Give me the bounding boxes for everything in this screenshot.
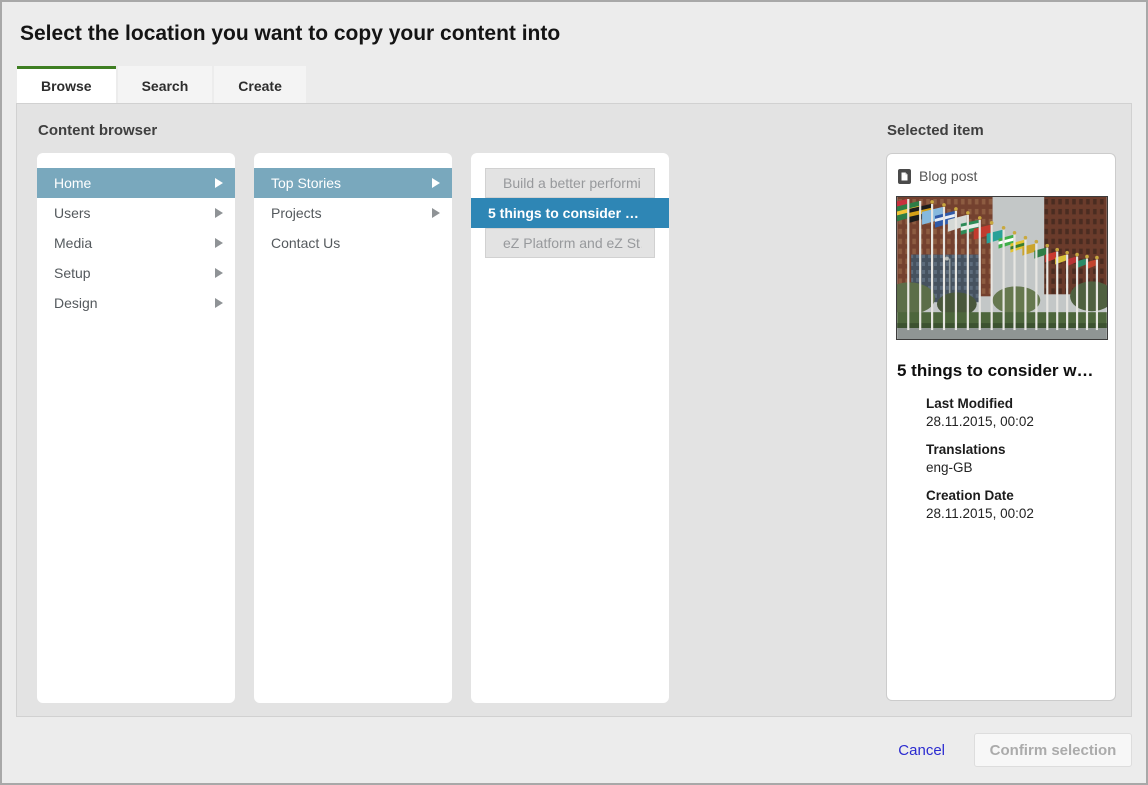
browser-column-1: Home Users Media Setup Design	[37, 153, 235, 703]
tree-item-media[interactable]: Media	[37, 228, 235, 258]
tree-item-top-stories[interactable]: Top Stories	[254, 168, 452, 198]
tree-item-ez-platform[interactable]: eZ Platform and eZ St…	[485, 228, 655, 258]
chevron-right-icon	[215, 208, 223, 218]
blog-post-document-icon	[898, 169, 911, 184]
tree-item-label: eZ Platform and eZ St…	[503, 235, 642, 251]
tree-item-build-a-better[interactable]: Build a better performi…	[485, 168, 655, 198]
chevron-right-icon	[215, 268, 223, 278]
tree-item-label: Projects	[271, 205, 426, 221]
dialog-footer: Cancel Confirm selection	[2, 717, 1146, 783]
content-type-label: Blog post	[919, 168, 977, 184]
meta-creation-date: Creation Date 28.11.2015, 00:02	[926, 488, 1106, 521]
tree-item-5-things-selected[interactable]: 5 things to consider …	[471, 198, 669, 228]
meta-label: Creation Date	[926, 488, 1106, 503]
tree-item-users[interactable]: Users	[37, 198, 235, 228]
meta-value: 28.11.2015, 00:02	[926, 414, 1106, 429]
copy-location-dialog: Select the location you want to copy you…	[2, 2, 1146, 783]
meta-translations: Translations eng-GB	[926, 442, 1106, 475]
meta-last-modified: Last Modified 28.11.2015, 00:02	[926, 396, 1106, 429]
content-browser-panel: Content browser Home Users Media Setup	[16, 103, 1132, 717]
tree-item-contact-us[interactable]: Contact Us	[254, 228, 452, 258]
tree-item-label: Setup	[54, 265, 209, 281]
tree-item-design[interactable]: Design	[37, 288, 235, 318]
meta-label: Translations	[926, 442, 1106, 457]
selected-item-title: 5 things to consider w…	[897, 361, 1106, 381]
tab-create[interactable]: Create	[214, 66, 306, 103]
tree-item-label: Build a better performi…	[503, 175, 642, 191]
page-title: Select the location you want to copy you…	[2, 2, 1146, 47]
tree-item-label: Media	[54, 235, 209, 251]
tree-item-label: Users	[54, 205, 209, 221]
tab-bar: Browse Search Create	[2, 66, 1146, 103]
selected-item-card: Blog post	[886, 153, 1116, 701]
tree-item-home[interactable]: Home	[37, 168, 235, 198]
meta-value: eng-GB	[926, 460, 1106, 475]
tree-item-label: 5 things to consider …	[488, 205, 657, 221]
chevron-right-icon	[432, 178, 440, 188]
tree-item-label: Contact Us	[271, 235, 440, 251]
content-type-row: Blog post	[898, 168, 1106, 184]
browser-column-3: Build a better performi… 5 things to con…	[471, 153, 669, 703]
chevron-right-icon	[215, 238, 223, 248]
tree-item-projects[interactable]: Projects	[254, 198, 452, 228]
selected-item-pane: Selected item Blog post	[886, 104, 1116, 701]
chevron-right-icon	[215, 298, 223, 308]
cancel-link[interactable]: Cancel	[898, 742, 945, 759]
tree-item-label: Top Stories	[271, 175, 426, 191]
meta-value: 28.11.2015, 00:02	[926, 506, 1106, 521]
browser-column-2: Top Stories Projects Contact Us	[254, 153, 452, 703]
chevron-right-icon	[432, 208, 440, 218]
flags-photo	[896, 196, 1108, 340]
tree-item-setup[interactable]: Setup	[37, 258, 235, 288]
tab-browse[interactable]: Browse	[17, 66, 116, 103]
confirm-selection-button[interactable]: Confirm selection	[974, 733, 1132, 767]
selected-item-heading: Selected item	[887, 122, 1116, 139]
selected-item-meta: Last Modified 28.11.2015, 00:02 Translat…	[896, 396, 1106, 521]
meta-label: Last Modified	[926, 396, 1106, 411]
tree-item-label: Design	[54, 295, 209, 311]
tree-item-label: Home	[54, 175, 209, 191]
chevron-right-icon	[215, 178, 223, 188]
tab-search[interactable]: Search	[118, 66, 213, 103]
